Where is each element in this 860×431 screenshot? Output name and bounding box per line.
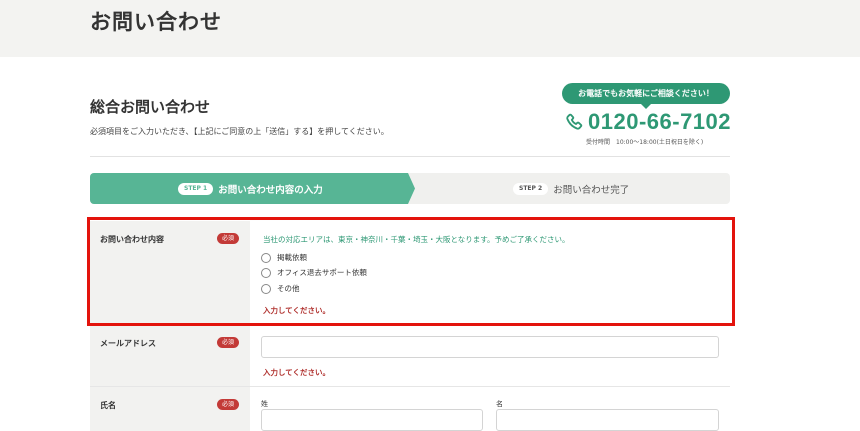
radio-option-listing[interactable]: 掲載依頼 [261,252,307,263]
step-2: STEP 2 お問い合わせ完了 [513,173,629,204]
page-header: お問い合わせ [0,0,860,57]
step-indicator: STEP 1 お問い合わせ内容の入力 STEP 2 お問い合わせ完了 [90,173,730,204]
phone-number[interactable]: 0120-66-7102 [588,109,731,135]
step-2-label: お問い合わせ完了 [553,184,630,196]
radio-option-other[interactable]: その他 [261,283,300,294]
radio-button[interactable] [261,283,271,294]
last-name-field[interactable] [261,409,483,431]
inquiry-label-cell: お問い合わせ内容 必須 [90,221,250,324]
phone-bubble: お電話でもお気軽にご相談ください！ [562,83,730,109]
radio-option-office-exit[interactable]: オフィス退去サポート依頼 [261,267,367,278]
inquiry-row: お問い合わせ内容 必須 当社の対応エリアは、東京・神奈川・千葉・埼玉・大阪となり… [90,221,730,325]
step-1: STEP 1 お問い合わせ内容の入力 [178,173,323,204]
radio-button[interactable] [261,252,271,263]
page-title: お問い合わせ [90,10,222,34]
first-name-field[interactable] [496,409,719,431]
email-label-cell: メールアドレス 必須 [90,325,250,386]
name-label-cell: 氏名 必須 [90,387,250,431]
radio-option-label: オフィス退去サポート依頼 [277,268,367,277]
name-label: 氏名 [100,401,116,410]
email-label: メールアドレス [100,339,156,348]
email-field-cell: 入力してください。 [250,325,730,386]
name-field-cell: 姓 名 [250,387,730,431]
radio-option-label: その他 [277,284,300,293]
last-name-label: 姓 [261,400,268,408]
first-name-label: 名 [496,400,503,408]
step-1-badge: STEP 1 [178,182,214,195]
name-row: 氏名 必須 姓 名 [90,387,730,431]
inquiry-label: お問い合わせ内容 [100,235,164,244]
inquiry-error: 入力してください。 [263,306,331,315]
radio-button[interactable] [261,267,271,278]
inquiry-field-cell: 当社の対応エリアは、東京・神奈川・千葉・埼玉・大阪となります。予めご了承ください… [250,221,730,324]
step-1-label: お問い合わせ内容の入力 [218,184,323,196]
service-area-notice: 当社の対応エリアは、東京・神奈川・千葉・埼玉・大阪となります。予めご了承ください… [263,235,570,244]
radio-option-label: 掲載依頼 [277,253,307,262]
email-row: メールアドレス 必須 入力してください。 [90,325,730,387]
step-2-badge: STEP 2 [513,182,549,195]
section-title: 総合お問い合わせ [90,98,211,116]
section-description: 必須項目をご入力いただき、【上記にご同意の上「送信」する】を押してください。 [90,127,389,136]
email-field[interactable] [261,336,719,358]
email-error: 入力してください。 [263,368,331,377]
phone-icon [566,113,583,130]
required-badge: 必須 [217,399,239,410]
required-badge: 必須 [217,233,239,244]
required-badge: 必須 [217,337,239,348]
divider [90,156,730,157]
phone-hours: 受付時間 10:00～18:00(土日祝日を除く) [586,139,704,146]
phone-row[interactable]: 0120-66-7102 [564,109,731,135]
